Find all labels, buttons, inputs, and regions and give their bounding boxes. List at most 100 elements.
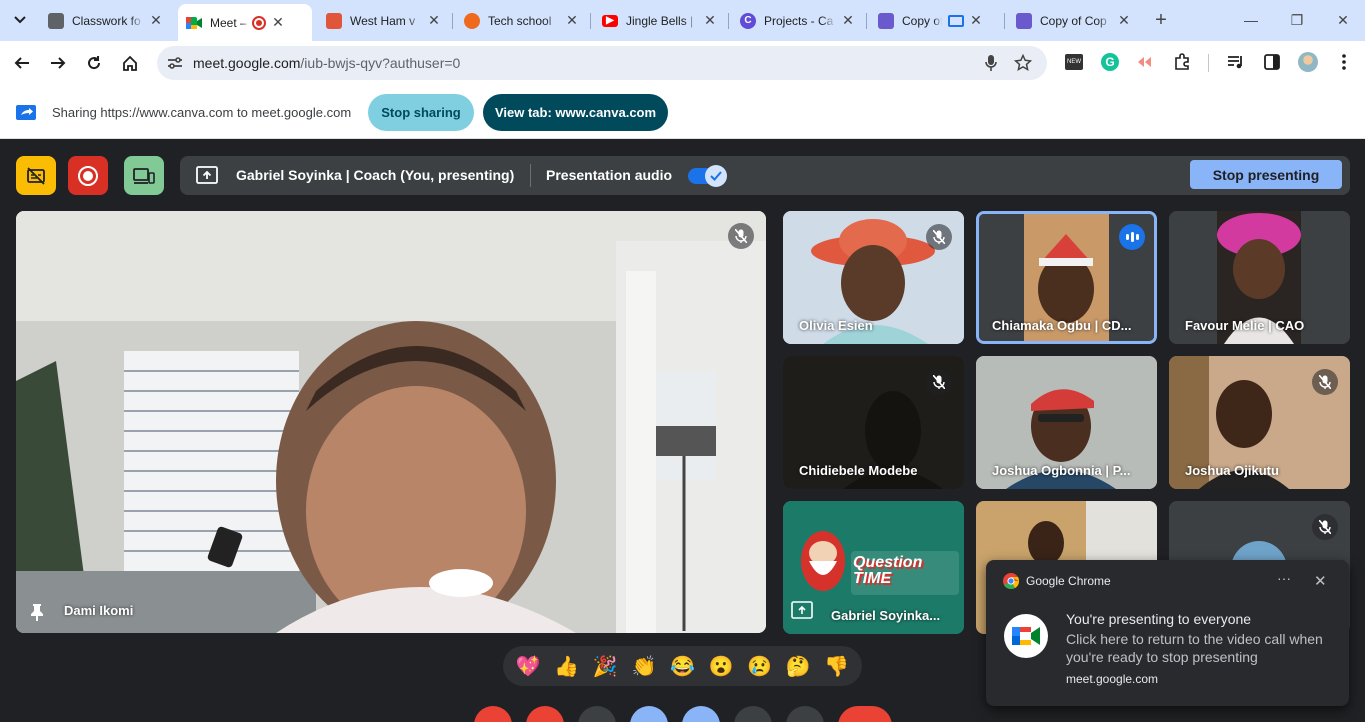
slide-title-text: Question TIME <box>853 554 923 587</box>
tab-classwork[interactable]: Classwork fo ✕ <box>40 6 172 35</box>
close-tab-icon[interactable]: ✕ <box>270 14 286 31</box>
recording-icon <box>252 15 266 30</box>
tab-search-button[interactable] <box>8 8 32 32</box>
bookmark-star-icon[interactable] <box>1013 53 1033 73</box>
tab-separator <box>1004 13 1005 29</box>
present-to-all-icon <box>196 165 218 190</box>
reaction-party-popper[interactable]: 🎉 <box>589 654 621 679</box>
close-window-button[interactable]: ✕ <box>1333 10 1353 30</box>
close-tab-icon[interactable]: ✕ <box>1116 12 1132 29</box>
screen-share-icon <box>16 105 36 125</box>
url-host: meet.google.com <box>193 55 301 71</box>
site-info-icon[interactable] <box>165 53 185 73</box>
stop-sharing-button[interactable]: Stop sharing <box>368 94 474 131</box>
presentation-tile[interactable]: Question TIME Gabriel Soyinka... <box>783 501 964 634</box>
address-bar[interactable]: meet.google.com/iub-bwjs-qyv?authuser=0 <box>157 46 1047 80</box>
leave-call-button[interactable] <box>838 706 892 722</box>
participant-name: Chiamaka Ogbu | CD... <box>992 318 1132 333</box>
companion-mode-button[interactable] <box>124 156 164 195</box>
pin-icon[interactable] <box>30 603 44 626</box>
mic-off-icon <box>926 224 952 250</box>
notification-title: You're presenting to everyone <box>1066 611 1252 627</box>
reaction-clapping[interactable]: 👏 <box>628 654 660 679</box>
close-tab-icon[interactable]: ✕ <box>968 12 984 29</box>
restore-button[interactable]: ❐ <box>1287 10 1307 30</box>
tab-title: Copy of Cop <box>1040 13 1107 28</box>
camera-toggle-button[interactable] <box>526 706 564 722</box>
tab-meet[interactable]: Meet – i ✕ <box>178 4 312 41</box>
participant-tile-active-speaker[interactable]: Chiamaka Ogbu | CD... <box>976 211 1157 344</box>
present-button[interactable] <box>682 706 720 722</box>
mic-off-icon <box>1312 369 1338 395</box>
home-button[interactable] <box>118 51 142 75</box>
tab-projects-canva[interactable]: C Projects - Ca ✕ <box>732 6 864 35</box>
participant-tile[interactable]: Chidiebele Modebe <box>783 356 964 489</box>
tab-title: Meet – i <box>210 15 250 30</box>
reaction-crying[interactable]: 😢 <box>744 654 776 679</box>
tab-west-ham[interactable]: West Ham v ✕ <box>318 6 450 35</box>
stop-presenting-button[interactable]: Stop presenting <box>1190 160 1342 189</box>
url-text: meet.google.com/iub-bwjs-qyv?authuser=0 <box>193 55 460 71</box>
participant-tile[interactable]: Joshua Ojikutu <box>1169 356 1350 489</box>
extensions-puzzle-icon[interactable] <box>1171 51 1193 73</box>
chrome-notification[interactable]: Google Chrome ··· ✕ You're presenting to… <box>986 560 1349 706</box>
microphone-icon[interactable] <box>981 53 1001 73</box>
participant-tile[interactable]: Joshua Ogbonnia | P... <box>976 356 1157 489</box>
close-tab-icon[interactable]: ✕ <box>426 12 442 29</box>
mic-toggle-button[interactable] <box>474 706 512 722</box>
participant-name: Olivia Esien <box>799 318 873 333</box>
extension-icon <box>878 12 894 29</box>
reload-icon <box>88 56 101 70</box>
chevron-down-icon <box>14 16 26 24</box>
tab-copy-of-copy[interactable]: Copy of Cop ✕ <box>1008 6 1140 35</box>
screen-recorder-icon[interactable] <box>1135 51 1157 73</box>
more-options-button[interactable] <box>786 706 824 722</box>
new-tab-button[interactable]: + <box>1151 10 1171 30</box>
reaction-surprised[interactable]: 😮 <box>705 654 737 679</box>
participant-tile[interactable]: Olivia Esien <box>783 211 964 344</box>
url-path: /iub-bwjs-qyv?authuser=0 <box>300 55 461 71</box>
profile-avatar[interactable] <box>1297 51 1319 73</box>
puzzle-icon <box>464 12 480 29</box>
tab-separator <box>590 13 591 29</box>
present-to-all-icon <box>791 601 813 624</box>
more-options-icon[interactable]: ··· <box>1277 570 1291 586</box>
grammarly-icon[interactable]: G <box>1099 51 1121 73</box>
news-extension-icon[interactable]: NEW <box>1063 51 1085 73</box>
close-tab-icon[interactable]: ✕ <box>840 12 856 29</box>
reaction-thinking[interactable]: 🤔 <box>782 654 814 679</box>
close-icon[interactable]: ✕ <box>1314 572 1327 590</box>
captions-off-button[interactable] <box>16 156 56 195</box>
minimize-button[interactable]: — <box>1241 10 1261 30</box>
captions-button[interactable] <box>578 706 616 722</box>
main-speaker-video[interactable]: Dami Ikomi <box>16 211 766 633</box>
back-button[interactable] <box>10 51 34 75</box>
forward-button[interactable] <box>46 51 70 75</box>
media-controls-icon[interactable] <box>1225 51 1247 73</box>
reaction-sparkling-heart[interactable]: 💖 <box>512 654 544 679</box>
reaction-thumbs-up[interactable]: 👍 <box>551 654 583 679</box>
close-tab-icon[interactable]: ✕ <box>564 12 580 29</box>
view-tab-button[interactable]: View tab: www.canva.com <box>483 94 668 131</box>
screen-share-icon <box>948 14 964 27</box>
tab-jingle-bells[interactable]: ▶ Jingle Bells | ✕ <box>594 6 726 35</box>
tab-separator <box>452 13 453 29</box>
reaction-thumbs-down[interactable]: 👎 <box>821 654 853 679</box>
mic-off-icon <box>926 369 952 395</box>
reactions-button[interactable] <box>630 706 668 722</box>
classroom-icon <box>48 12 64 29</box>
close-tab-icon[interactable]: ✕ <box>148 12 164 29</box>
side-panel-icon[interactable] <box>1261 51 1283 73</box>
mic-off-icon <box>1312 514 1338 540</box>
chrome-icon <box>1003 573 1020 594</box>
reaction-tears-of-joy[interactable]: 😂 <box>666 654 698 679</box>
participant-tile[interactable]: Favour Melie | CAO <box>1169 211 1350 344</box>
menu-kebab-icon[interactable] <box>1333 51 1355 73</box>
tab-tech-school[interactable]: Tech school ✕ <box>456 6 588 35</box>
close-tab-icon[interactable]: ✕ <box>702 12 718 29</box>
reload-button[interactable] <box>82 51 106 75</box>
presentation-audio-toggle[interactable] <box>688 165 727 187</box>
recording-button[interactable] <box>68 156 108 195</box>
raise-hand-button[interactable] <box>734 706 772 722</box>
tab-copy-of[interactable]: Copy of ✕ <box>870 6 1002 35</box>
